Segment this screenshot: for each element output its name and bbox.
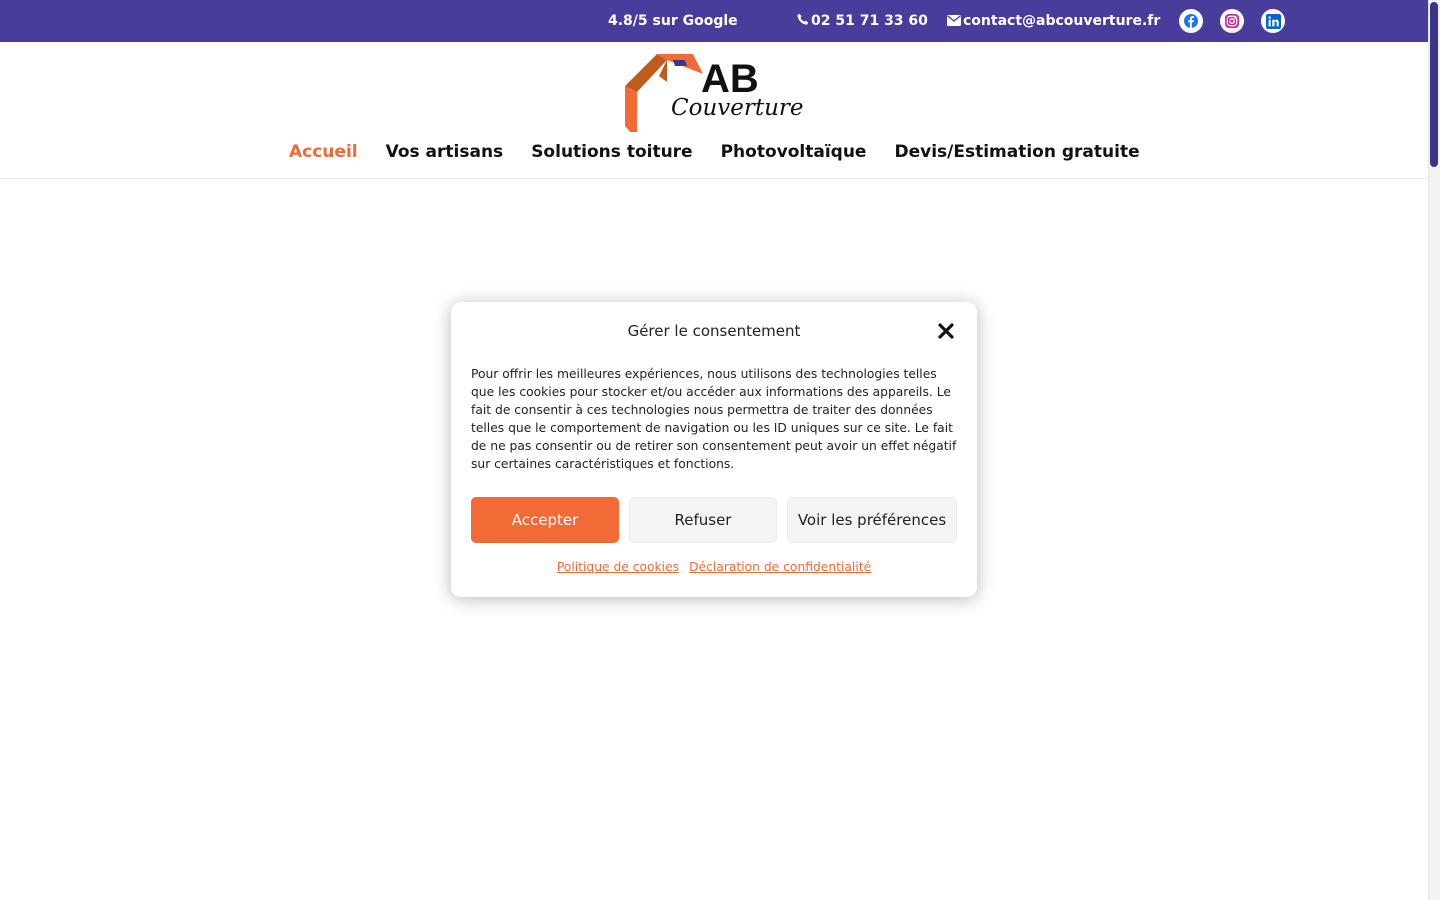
rating-text: 4.8/5 sur Google [608,13,738,29]
envelope-icon [947,15,961,26]
refuse-button[interactable]: Refuser [629,497,777,543]
main-nav: Accueil Vos artisans Solutions toiture P… [289,142,1140,162]
preferences-button[interactable]: Voir les préférences [787,497,957,543]
cookie-policy-link[interactable]: Politique de cookies [557,560,679,574]
close-button[interactable] [937,322,955,340]
linkedin-icon [1265,13,1281,29]
consent-links: Politique de cookies Déclaration de conf… [451,560,977,574]
consent-title: Gérer le consentement [627,322,801,340]
logo-couverture: Couverture [671,95,804,121]
site-logo[interactable]: AB Couverture [623,52,811,140]
privacy-statement-link[interactable]: Déclaration de confidentialité [689,560,871,574]
google-rating[interactable]: 4.8/5 sur Google [606,13,738,29]
scrollbar[interactable] [1428,0,1440,900]
nav-item-solutions-toiture[interactable]: Solutions toiture [531,142,692,162]
close-icon [938,323,954,339]
email-link[interactable]: contact@abcouverture.fr [947,13,1160,29]
instagram-icon [1225,14,1239,28]
nav-item-vos-artisans[interactable]: Vos artisans [386,142,504,162]
nav-item-devis[interactable]: Devis/Estimation gratuite [894,142,1139,162]
cookie-consent-dialog: Gérer le consentement Pour offrir les me… [451,302,977,597]
facebook-icon [1184,14,1198,28]
site-header: AB Couverture Accueil Vos artisans Solut… [0,42,1428,179]
accept-button[interactable]: Accepter [471,497,619,543]
scrollbar-thumb[interactable] [1430,2,1438,167]
phone-link[interactable]: 02 51 71 33 60 [797,13,928,29]
consent-message: Pour offrir les meilleures expériences, … [471,367,957,471]
phone-icon [797,13,809,25]
instagram-button[interactable] [1220,9,1244,33]
phone-number: 02 51 71 33 60 [811,13,928,29]
facebook-button[interactable] [1179,9,1203,33]
nav-item-accueil[interactable]: Accueil [289,142,358,162]
nav-item-photovoltaique[interactable]: Photovoltaïque [721,142,867,162]
linkedin-button[interactable] [1261,9,1285,33]
email-address: contact@abcouverture.fr [963,13,1161,29]
top-bar: 4.8/5 sur Google 02 51 71 33 60 contact@… [0,0,1428,42]
